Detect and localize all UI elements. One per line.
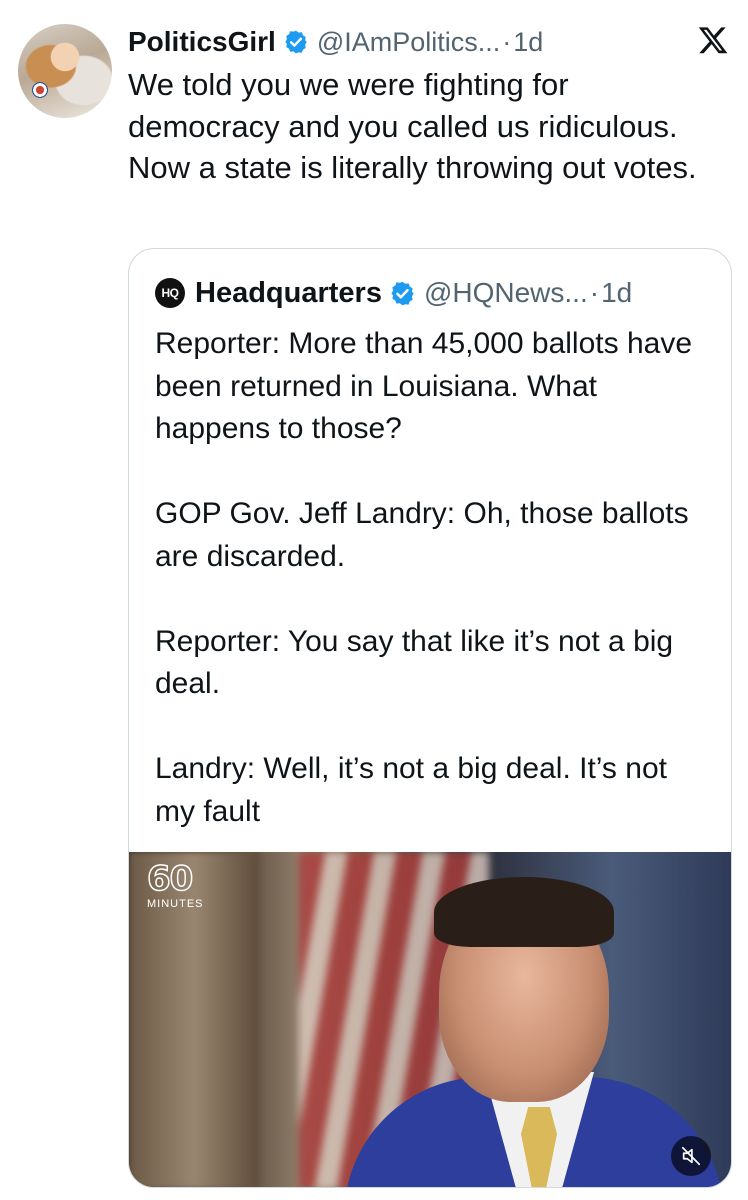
tweet[interactable]: PoliticsGirl @IAmPolitics... · 1d We tol… bbox=[0, 0, 748, 1200]
author-name[interactable]: PoliticsGirl bbox=[128, 26, 276, 58]
quoted-author-name[interactable]: Headquarters bbox=[195, 277, 382, 310]
quoted-paragraph: Reporter: More than 45,000 ballots have … bbox=[155, 327, 692, 445]
verified-badge-icon bbox=[285, 30, 307, 54]
verified-badge-icon bbox=[391, 281, 414, 305]
quoted-paragraph: Landry: Well, it’s not a big deal. It’s … bbox=[155, 752, 667, 828]
quoted-tweet-text: Reporter: More than 45,000 ballots have … bbox=[155, 323, 715, 833]
quoted-post-time[interactable]: 1d bbox=[601, 277, 632, 309]
sixty-minutes-watermark: 60 MINUTES bbox=[146, 859, 204, 910]
tweet-text: We told you we were fighting for democra… bbox=[128, 67, 697, 185]
quoted-paragraph: GOP Gov. Jeff Landry: Oh, those ballots … bbox=[155, 497, 689, 573]
video-player[interactable]: 60 MINUTES bbox=[129, 852, 731, 1187]
quoted-paragraph: Reporter: You say that like it’s not a b… bbox=[155, 624, 674, 701]
hq-logo-icon: HQ bbox=[155, 278, 185, 308]
person-hair bbox=[434, 877, 614, 947]
post-time[interactable]: 1d bbox=[513, 27, 543, 58]
quoted-tweet-header: HQ Headquarters @HQNews... · 1d bbox=[155, 275, 632, 311]
separator-dot: · bbox=[589, 277, 600, 308]
quoted-tweet[interactable]: HQ Headquarters @HQNews... · 1d Reporter… bbox=[128, 248, 732, 1188]
watermark-label: MINUTES bbox=[147, 898, 204, 910]
author-handle[interactable]: @IAmPolitics... bbox=[317, 27, 500, 58]
x-logo-icon[interactable] bbox=[697, 24, 729, 56]
quoted-author-handle[interactable]: @HQNews... bbox=[424, 277, 588, 309]
speaker-muted-icon bbox=[681, 1146, 701, 1166]
watermark-number: 60 bbox=[146, 859, 194, 899]
author-avatar[interactable] bbox=[18, 24, 112, 118]
separator-dot: · bbox=[502, 26, 512, 57]
avatar-badge-icon bbox=[32, 82, 48, 98]
tweet-header: PoliticsGirl @IAmPolitics... · 1d bbox=[128, 22, 543, 62]
mute-button[interactable] bbox=[671, 1136, 711, 1176]
